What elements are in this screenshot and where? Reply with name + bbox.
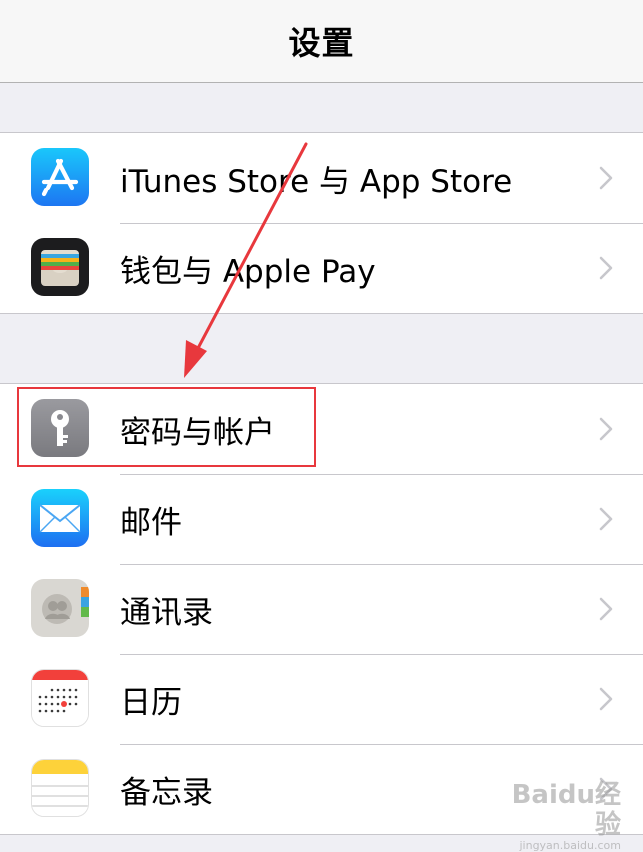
watermark-url: jingyan.baidu.com — [519, 839, 621, 852]
chevron-right-icon — [599, 256, 613, 280]
wallet-icon — [31, 238, 89, 296]
chevron-right-icon — [599, 597, 613, 621]
highlight-box — [17, 387, 316, 467]
watermark: Baidu经验 jingyan.baidu.com — [491, 780, 621, 852]
settings-row-mail[interactable]: 邮件 — [0, 474, 643, 564]
mail-icon — [31, 489, 89, 547]
settings-row-label: 钱包与 Apple Pay — [120, 253, 376, 290]
settings-group-store: iTunes Store 与 App Store 钱包与 Apple Pay — [0, 132, 643, 314]
watermark-logo-text: Baidu经验 — [511, 780, 621, 840]
navigation-bar: 设置 — [0, 0, 643, 83]
notes-icon — [31, 759, 89, 817]
settings-row-label: 邮件 — [120, 504, 182, 541]
chevron-right-icon — [599, 507, 613, 531]
settings-row-contacts[interactable]: 通讯录 — [0, 564, 643, 654]
contacts-icon — [31, 579, 89, 637]
settings-row-calendar[interactable]: 日历 — [0, 654, 643, 744]
settings-row-label: 通讯录 — [120, 594, 213, 631]
chevron-right-icon — [599, 417, 613, 441]
settings-row-itunes-app-store[interactable]: iTunes Store 与 App Store — [0, 133, 643, 223]
app-store-icon — [31, 148, 89, 206]
settings-row-label: 日历 — [120, 684, 182, 721]
page-title: 设置 — [288, 24, 355, 62]
calendar-icon — [31, 669, 89, 727]
settings-row-label: iTunes Store 与 App Store — [120, 163, 513, 200]
chevron-right-icon — [599, 166, 613, 190]
settings-row-label: 备忘录 — [120, 774, 213, 811]
settings-row-wallet-apple-pay[interactable]: 钱包与 Apple Pay — [0, 223, 643, 313]
chevron-right-icon — [599, 687, 613, 711]
